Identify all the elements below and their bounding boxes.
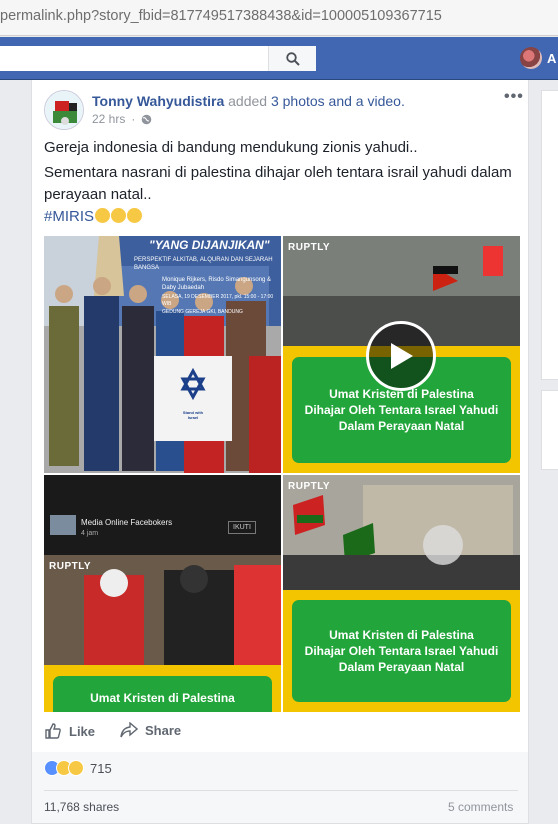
photo-1-venue: GEDUNG GEREJA GKI, BANDUNG bbox=[162, 309, 243, 315]
post-stats: 715 11,768 shares 5 comments bbox=[31, 752, 529, 824]
caption-partial: Umat Kristen di Palestina bbox=[90, 691, 235, 705]
thumbs-up-icon bbox=[45, 723, 61, 739]
post-card: Tonny Wahyudistira added 3 photos and a … bbox=[31, 80, 529, 760]
reactions-summary[interactable]: 715 bbox=[44, 760, 112, 776]
post-header: Tonny Wahyudistira added 3 photos and a … bbox=[92, 93, 405, 109]
caption-line1: Umat Kristen di Palestina bbox=[329, 628, 474, 642]
ruptly-label: RUPTLY bbox=[288, 481, 331, 492]
like-label: Like bbox=[69, 723, 96, 739]
browser-url-bar[interactable]: permalink.php?story_fbid=817749517388438… bbox=[0, 0, 558, 36]
ruptly-label: RUPTLY bbox=[49, 561, 92, 572]
action-text: added bbox=[228, 93, 268, 109]
profile-avatar[interactable] bbox=[520, 47, 542, 69]
share-label: Share bbox=[145, 722, 182, 738]
laugh-emoji-icon bbox=[95, 208, 111, 223]
play-icon bbox=[391, 343, 413, 369]
avatar-image bbox=[45, 91, 83, 129]
post-text-line2: Sementara nasrani di palestina dihajar o… bbox=[44, 164, 512, 203]
play-button[interactable] bbox=[366, 321, 436, 391]
post-hashtag-line: #MIRIS bbox=[44, 206, 514, 228]
shares-count[interactable]: 11,768 shares bbox=[44, 800, 119, 814]
photo-1[interactable]: "YANG DIJANJIKAN" PERSPEKTIF ALKITAB, AL… bbox=[44, 236, 281, 473]
photo-1-speakers: Monique Rijkers, Risdo Simangunsong & Da… bbox=[162, 277, 272, 291]
timestamp[interactable]: 22 hrs bbox=[92, 112, 125, 126]
facebook-top-bar: A bbox=[0, 37, 558, 80]
divider bbox=[44, 790, 518, 791]
video-tile[interactable]: RUPTLY Umat Kristen di Palestina Dihajar… bbox=[283, 236, 520, 473]
caption-line2: Dihajar Oleh Tentara Israel Yahudi bbox=[304, 644, 499, 658]
caption-line3: Dalam Perayaan Natal bbox=[338, 419, 465, 433]
media-link[interactable]: 3 photos and a video. bbox=[271, 93, 405, 109]
comments-count[interactable]: 5 comments bbox=[448, 800, 513, 814]
fb-page-sub: 4 jam bbox=[81, 530, 99, 537]
shirt-text: Stand with Israel bbox=[182, 410, 204, 420]
profile-name[interactable]: A bbox=[547, 51, 556, 66]
laugh-emoji-icon bbox=[127, 208, 143, 223]
photo-1-banner: "YANG DIJANJIKAN" bbox=[149, 238, 270, 252]
photo-4[interactable]: RUPTLY Umat Kristen di Palestina Dihajar… bbox=[283, 475, 520, 712]
right-sidebar-2 bbox=[541, 390, 558, 470]
author-name[interactable]: Tonny Wahyudistira bbox=[92, 93, 224, 109]
like-button[interactable]: Like bbox=[44, 722, 95, 740]
caption-line2: Dihajar Oleh Tentara Israel Yahudi bbox=[304, 403, 499, 417]
more-options-icon[interactable]: ••• bbox=[504, 88, 524, 106]
search-input[interactable] bbox=[0, 46, 316, 71]
wow-reaction-icon bbox=[68, 760, 84, 776]
ruptly-label: RUPTLY bbox=[288, 242, 331, 253]
search-icon bbox=[285, 51, 300, 66]
fb-page-label: Media Online Facebokers bbox=[81, 518, 173, 527]
author-avatar[interactable] bbox=[44, 90, 84, 130]
right-sidebar bbox=[541, 90, 558, 380]
photo-1-subtitle: PERSPEKTIF ALKITAB, ALQURAN DAN SEJARAH … bbox=[134, 257, 273, 271]
photo-3[interactable]: Media Online Facebokers 4 jam IKUTI RUPT… bbox=[44, 475, 281, 712]
reaction-count[interactable]: 715 bbox=[90, 761, 112, 776]
hashtag-link[interactable]: #MIRIS bbox=[44, 208, 94, 225]
photo-1-date: SELASA, 19 DESEMBER 2017, pkl. 15:00 - 1… bbox=[162, 294, 274, 307]
laugh-emoji-icon bbox=[111, 208, 127, 223]
photo-4-caption: Umat Kristen di Palestina Dihajar Oleh T… bbox=[289, 597, 514, 705]
share-button[interactable]: Share bbox=[120, 722, 181, 738]
photo-3-caption: Umat Kristen di Palestina bbox=[50, 673, 275, 712]
caption-line3: Dalam Perayaan Natal bbox=[338, 660, 465, 674]
share-arrow-icon bbox=[120, 722, 138, 738]
url-text[interactable]: permalink.php?story_fbid=817749517388438… bbox=[0, 8, 442, 24]
post-text-line1: Gereja indonesia di bandung mendukung zi… bbox=[44, 139, 418, 156]
search-button[interactable] bbox=[268, 46, 316, 71]
post-time: 22 hrs · bbox=[92, 112, 152, 126]
globe-icon[interactable] bbox=[141, 114, 152, 125]
fb-follow-button: IKUTI bbox=[228, 521, 256, 534]
